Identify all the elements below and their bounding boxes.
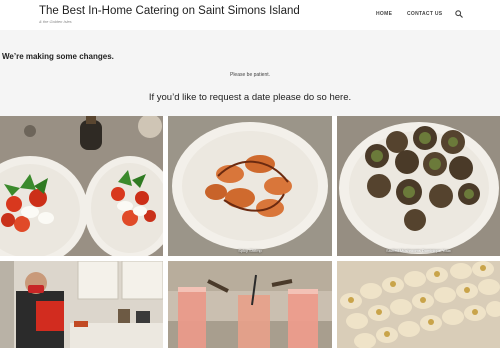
gallery-photo-stuffed-mushrooms[interactable]: Stuffed Mushrooms Dominique Youx — [337, 116, 500, 256]
stuffed-mushrooms-image — [337, 116, 500, 256]
gallery-photo-drinks[interactable] — [168, 261, 332, 348]
site-header: The Best In-Home Catering on Saint Simon… — [0, 0, 500, 30]
pink-drinks-image — [168, 261, 332, 348]
request-date-link[interactable]: If you’d like to request a date please d… — [0, 92, 500, 103]
spicy-shrimp-image — [168, 116, 332, 256]
appetizer-tray-image — [337, 261, 500, 348]
photo-caption: Spicy Shrimp — [238, 248, 262, 253]
search-icon[interactable] — [455, 10, 463, 18]
gallery-photo-caprese[interactable] — [0, 116, 163, 256]
caprese-plates-image — [0, 116, 163, 256]
chef-kitchen-image — [0, 261, 163, 348]
gallery-photo-appetizers[interactable] — [337, 261, 500, 348]
photo-caption: Stuffed Mushrooms Dominique Youx — [386, 248, 451, 253]
main-nav: HOME CONTACT US — [0, 11, 500, 19]
patience-text: Please be patient. — [229, 72, 271, 78]
site-tagline: & the Golden Isles — [39, 19, 72, 24]
page-heading: We’re making some changes. — [2, 52, 114, 61]
nav-item-contact-us[interactable]: CONTACT US — [407, 11, 442, 17]
gallery-photo-spicy-shrimp[interactable]: Spicy Shrimp — [168, 116, 332, 256]
nav-item-home[interactable]: HOME — [376, 11, 392, 17]
gallery-photo-chef-kitchen[interactable] — [0, 261, 163, 348]
